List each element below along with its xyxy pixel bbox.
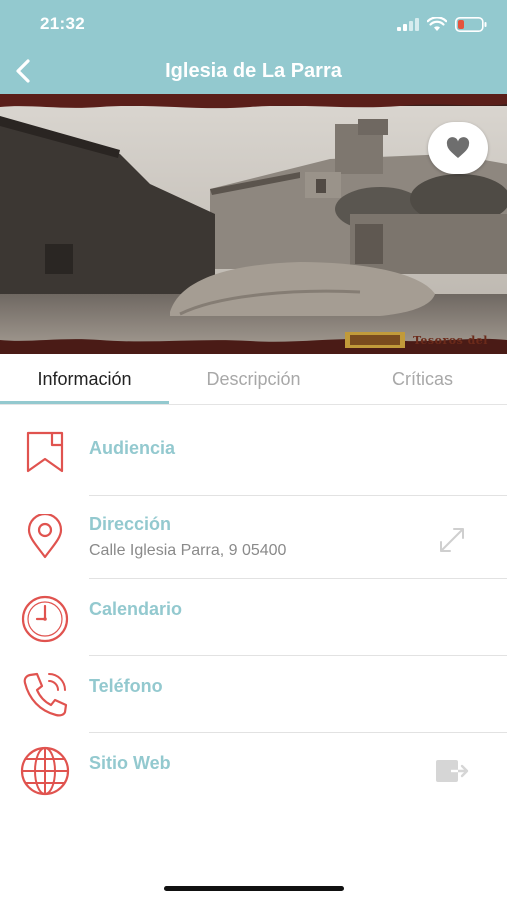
address-value: Calle Iglesia Parra, 9 05400: [89, 542, 287, 559]
photo-watermark: Tesoros del: [413, 334, 488, 347]
church-photo: [0, 94, 507, 354]
hero-photo: [0, 94, 507, 354]
heart-icon: [446, 137, 470, 158]
clock-icon: [18, 592, 72, 646]
row-label: Teléfono: [89, 676, 163, 696]
tab-criticas[interactable]: Críticas: [338, 354, 507, 405]
wifi-icon: [427, 16, 447, 31]
phone-icon: [18, 667, 72, 721]
home-indicator: [164, 886, 344, 891]
cellular-signal-icon: [397, 18, 419, 31]
list-item-telefono[interactable]: Teléfono: [0, 656, 507, 733]
status-time: 21:32: [40, 14, 85, 33]
active-tab-indicator: [0, 401, 169, 404]
row-label: Sitio Web: [89, 753, 171, 773]
battery-icon: [455, 16, 487, 32]
tab-descripcion[interactable]: Descripción: [169, 354, 338, 405]
list-item-audiencia[interactable]: Audiencia: [0, 405, 507, 496]
list-item-sitio-web[interactable]: Sitio Web: [0, 733, 507, 813]
tab-bar: Información Descripción Críticas: [0, 354, 507, 405]
row-label: Audiencia: [89, 438, 176, 458]
expand-icon[interactable]: [435, 523, 469, 557]
navigation-bar: Iglesia de La Parra: [0, 48, 507, 94]
row-label: Dirección: [89, 514, 172, 534]
status-icons: [397, 16, 487, 32]
favorite-button[interactable]: [428, 122, 488, 174]
row-label: Calendario: [89, 599, 183, 619]
location-pin-icon: [18, 510, 72, 564]
status-bar: 21:32: [0, 0, 507, 48]
page-title: Iglesia de La Parra: [165, 60, 342, 82]
open-external-icon[interactable]: [435, 754, 469, 788]
list-item-calendario[interactable]: Calendario: [0, 579, 507, 656]
bookmark-icon: [18, 425, 72, 479]
list-item-direccion[interactable]: Dirección Calle Iglesia Parra, 9 05400: [0, 496, 507, 579]
globe-icon: [18, 744, 72, 798]
tab-informacion[interactable]: Información: [0, 354, 169, 405]
